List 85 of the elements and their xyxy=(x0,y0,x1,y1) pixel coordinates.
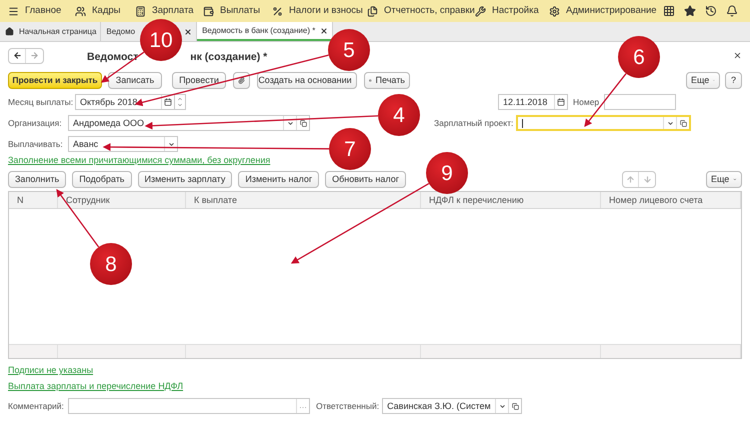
table-button[interactable]: Обновить налог xyxy=(325,170,406,188)
dropdown-icon xyxy=(666,120,674,126)
print-button[interactable]: Печать xyxy=(364,72,410,88)
menu-item[interactable]: Выплаты xyxy=(203,6,272,16)
more-button[interactable]: Еще xyxy=(686,72,720,88)
signatures-link[interactable]: Подписи не указаны xyxy=(8,365,94,376)
attach-button[interactable] xyxy=(233,72,250,88)
calendar-icon xyxy=(557,98,565,106)
callout-badge: 4 xyxy=(378,94,420,136)
tab[interactable]: Ведомость в банк (создание) * xyxy=(197,22,334,41)
toolbar-button[interactable]: Записать xyxy=(108,72,162,88)
menu-item[interactable]: Налоги и взносы xyxy=(272,6,367,16)
people-icon xyxy=(75,6,86,16)
close-icon[interactable] xyxy=(184,28,192,36)
table-button[interactable]: Заполнить xyxy=(8,170,66,188)
help-button[interactable]: ? xyxy=(725,72,742,88)
field-label: Ответственный: xyxy=(316,402,380,410)
star-icon[interactable] xyxy=(684,5,696,17)
grid-icon[interactable] xyxy=(663,5,675,17)
down-arrow-icon xyxy=(642,174,652,184)
form-title: нк (создание) * xyxy=(190,52,268,63)
column-header[interactable]: N xyxy=(9,192,58,208)
bell-icon[interactable] xyxy=(726,5,738,17)
fill-mode-link[interactable]: Заполнение всеми причитающимися суммами, без округления xyxy=(8,155,270,166)
responsible-field[interactable]: Савинская З.Ю. (Систем xyxy=(382,398,522,414)
column-header[interactable]: К выплате xyxy=(186,192,421,208)
menu-icon xyxy=(8,6,19,16)
field-label: Организация: xyxy=(8,118,63,128)
organization-field[interactable]: Андромеда ООО xyxy=(68,115,310,131)
menu-item[interactable]: Администрирование xyxy=(549,6,659,16)
open-icon xyxy=(512,402,519,410)
column-header[interactable]: Номер лицевого счета xyxy=(601,192,741,208)
dropdown-icon xyxy=(168,140,174,148)
field-label: Выплачивать: xyxy=(8,140,64,148)
table-button[interactable]: Подобрать xyxy=(72,170,132,188)
callout-badge: 9 xyxy=(426,152,468,194)
callout-badge: 7 xyxy=(329,128,371,170)
calculator-icon xyxy=(135,6,146,16)
documents-icon xyxy=(367,6,378,16)
up-arrow-icon xyxy=(626,174,635,184)
field-label: Месяц выплаты: xyxy=(8,98,74,106)
month-field[interactable]: Октябрь 2018 xyxy=(75,94,175,110)
spin-control[interactable] xyxy=(175,94,186,110)
tab[interactable]: Начальная страница xyxy=(0,22,102,41)
field-label: Зарплатный проект: xyxy=(434,118,514,128)
callout-badge: 5 xyxy=(328,29,370,71)
home-icon xyxy=(5,27,14,36)
percent-icon xyxy=(272,6,283,16)
menu-item[interactable]: Зарплата xyxy=(135,6,203,16)
number-field[interactable] xyxy=(604,94,676,110)
create-based-on-button[interactable]: Создать на основании xyxy=(257,72,357,88)
paperclip-icon xyxy=(238,76,245,84)
history-icon[interactable] xyxy=(705,5,717,17)
down-icon xyxy=(177,102,183,108)
menu-item[interactable]: Кадры xyxy=(75,6,135,16)
callout-badge: 8 xyxy=(90,243,132,285)
menu-item[interactable]: Отчетность, справки xyxy=(367,6,475,16)
field-label: Номер xyxy=(573,98,600,106)
menu-item[interactable]: Главное xyxy=(8,6,75,16)
field-label: Комментарий: xyxy=(8,402,65,410)
toolbar-button[interactable]: Провести xyxy=(172,72,226,88)
forward-icon xyxy=(30,51,39,60)
back-icon xyxy=(12,51,22,60)
payment-link[interactable]: Выплата зарплаты и перечисление НДФЛ xyxy=(8,381,184,392)
dropdown-icon xyxy=(286,120,294,126)
more-button[interactable]: Еще xyxy=(706,170,742,188)
wrench-icon xyxy=(475,6,486,16)
table-button[interactable]: Изменить зарплату xyxy=(138,170,232,188)
calendar-icon xyxy=(164,98,172,106)
callout-badge: 6 xyxy=(618,36,660,78)
open-icon xyxy=(680,120,687,126)
date-field[interactable]: 12.11.2018 xyxy=(498,94,568,110)
salary-project-field[interactable] xyxy=(516,115,692,131)
wallet-icon xyxy=(203,6,214,16)
open-icon xyxy=(300,120,306,126)
up-icon xyxy=(177,96,183,102)
close-icon[interactable] xyxy=(733,51,742,60)
payment-type-field[interactable]: Аванс xyxy=(68,136,178,152)
menu-item[interactable]: Настройка xyxy=(475,6,549,16)
table-button[interactable]: Изменить налог xyxy=(238,170,320,188)
close-icon[interactable] xyxy=(320,26,328,34)
post-and-close-button[interactable]: Провести и закрыть xyxy=(8,72,102,88)
column-header[interactable]: Сотрудник xyxy=(58,192,186,208)
dropdown-icon xyxy=(498,402,506,410)
gear-icon xyxy=(549,6,560,16)
